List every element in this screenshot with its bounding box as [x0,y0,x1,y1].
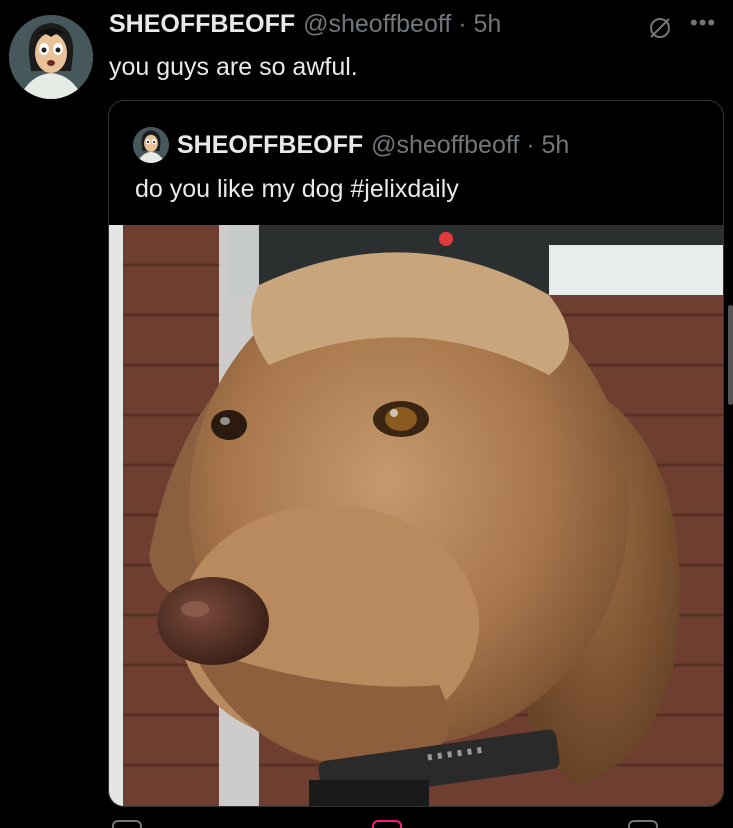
quoted-text-plain: do you like my dog [135,175,351,203]
like-icon[interactable] [372,820,402,828]
bookmark-icon[interactable] [628,820,658,828]
scrollbar[interactable] [728,305,733,405]
quoted-text: do you like my dog #jelixdaily [135,175,459,204]
dog-photo[interactable] [109,225,723,806]
quoted-tweet[interactable]: SHEOFFBEOFF @sheoffbeoff · 5h do you lik… [108,100,724,807]
display-name[interactable]: SHEOFFBEOFF [109,10,295,39]
quoted-display-name: SHEOFFBEOFF [177,130,364,159]
reply-icon[interactable] [112,820,142,828]
tweet-text: you guys are so awful. [109,53,358,81]
grok-icon[interactable] [648,16,672,40]
avatar[interactable] [9,15,93,99]
action-bar [0,816,733,828]
quoted-avatar [133,127,169,163]
handle-and-time[interactable]: @sheoffbeoff · 5h [303,10,501,39]
quoted-handle-and-time: @sheoffbeoff · 5h [371,130,570,159]
more-icon[interactable]: ••• [690,10,716,36]
repost-icon[interactable] [242,820,268,828]
hashtag-link[interactable]: #jelixdaily [350,175,458,203]
